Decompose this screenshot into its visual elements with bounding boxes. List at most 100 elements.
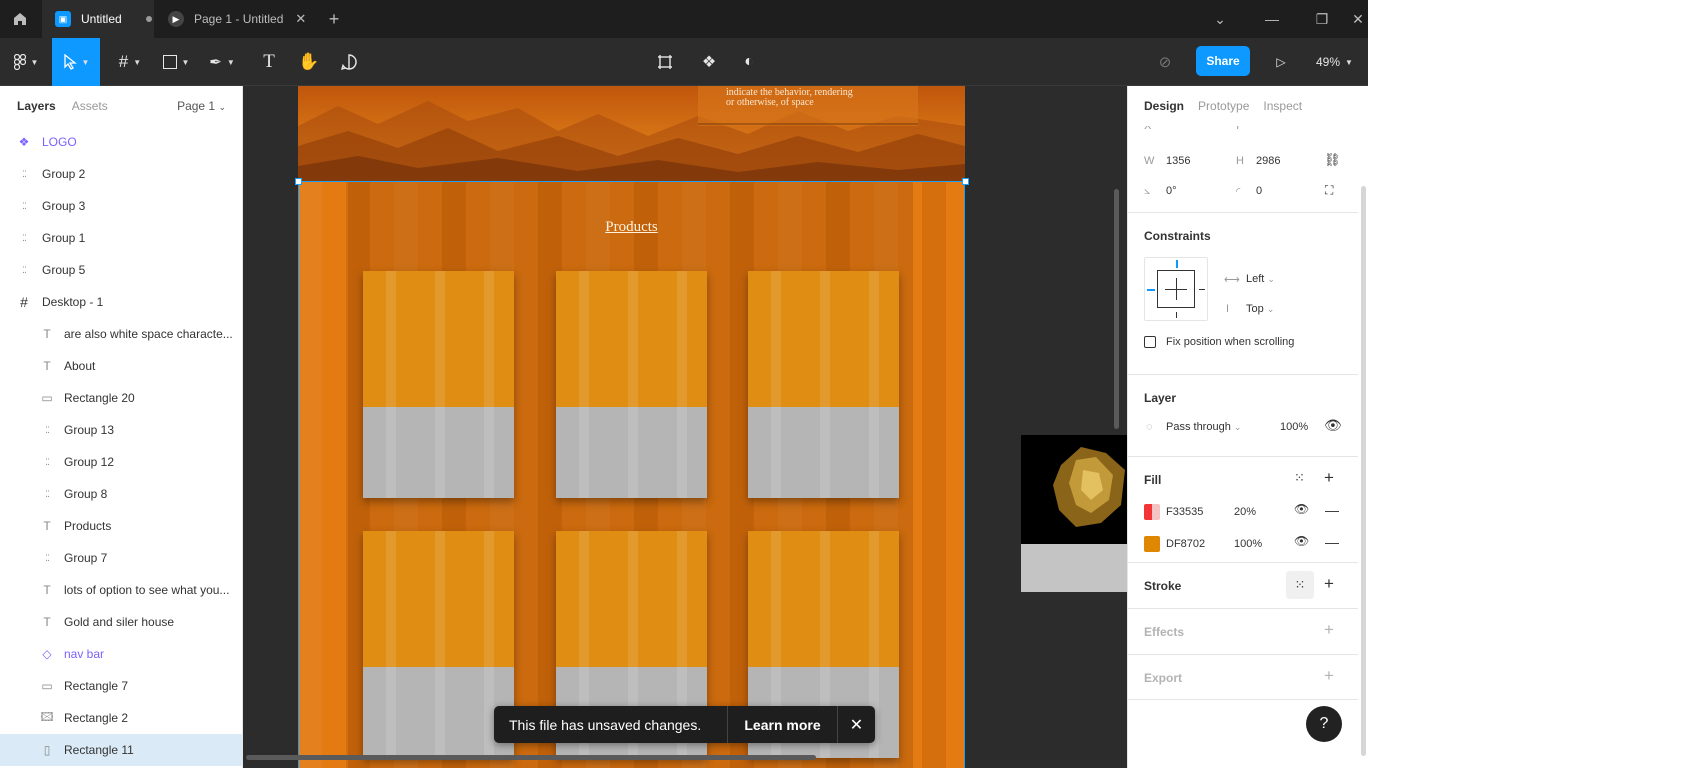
layer-item[interactable]: Tare also white space characte... (0, 318, 242, 350)
side-frame-preview[interactable] (1021, 435, 1127, 592)
tabs-dropdown-button[interactable]: ⌄ (1196, 0, 1244, 38)
layer-item[interactable]: ⁚⁚ Group 5 (0, 254, 242, 286)
tab-assets[interactable]: Assets (72, 99, 108, 113)
product-card[interactable] (363, 271, 514, 498)
canvas[interactable]: indicate the behavior, rendering or othe… (243, 86, 1127, 768)
fill-hex-field[interactable]: F33535 (1166, 506, 1203, 518)
constraint-bottom[interactable] (1176, 312, 1177, 318)
main-menu-button[interactable]: ▼ (8, 38, 44, 86)
resize-handle-top-left[interactable] (295, 178, 302, 185)
home-button[interactable] (0, 0, 40, 38)
fill-row[interactable]: F33535 20% 👁 — (1128, 497, 1358, 527)
eye-icon[interactable]: 👁 (1294, 534, 1309, 548)
blend-mode-select[interactable]: Pass through ⌄ (1166, 421, 1241, 433)
horizontal-constraint-select[interactable]: Left ⌄ (1246, 273, 1275, 285)
tab-untitled[interactable]: ▣ Untitled (42, 0, 154, 38)
hand-tool-button[interactable]: ✋ (294, 38, 324, 86)
hide-ui-button[interactable]: ⊘ (1150, 38, 1180, 86)
comment-tool-button[interactable] (334, 38, 364, 86)
height-field[interactable]: 2986 (1256, 155, 1280, 167)
hero-section[interactable]: indicate the behavior, rendering or othe… (298, 86, 965, 181)
rotation-field[interactable]: 0° (1166, 185, 1177, 197)
learn-more-button[interactable]: Learn more (728, 706, 838, 743)
layer-item[interactable]: ⁚⁚ Group 8 (0, 478, 242, 510)
restore-button[interactable]: ❐ (1298, 0, 1346, 38)
properties-scrollbar[interactable] (1361, 186, 1366, 756)
mask-button[interactable]: ◐ (734, 38, 764, 86)
remove-fill-icon[interactable]: — (1325, 502, 1339, 518)
canvas-vertical-scrollbar[interactable] (1114, 189, 1119, 429)
fill-opacity-field[interactable]: 100% (1234, 538, 1262, 550)
fill-color-swatch[interactable] (1144, 504, 1160, 520)
fix-position-checkbox[interactable] (1144, 336, 1156, 348)
product-card[interactable] (363, 531, 514, 758)
close-window-button[interactable]: ✕ (1348, 0, 1368, 38)
layer-item[interactable]: T About (0, 350, 242, 382)
tab-layers[interactable]: Layers (17, 99, 56, 113)
vertical-constraint-select[interactable]: Top ⌄ (1246, 303, 1274, 315)
layer-item[interactable]: ⁚⁚ Group 2 (0, 158, 242, 190)
layer-item[interactable]: Tlots of option to see what you... (0, 574, 242, 606)
layer-item[interactable]: 🖾 Rectangle 2 (0, 702, 242, 734)
width-field[interactable]: 1356 (1166, 155, 1190, 167)
eye-icon[interactable]: 👁 (1324, 417, 1342, 434)
layer-item[interactable]: ▯ Rectangle 11 (0, 734, 242, 766)
layer-item[interactable]: ⁚⁚ Group 3 (0, 190, 242, 222)
shape-tool-button[interactable]: ▼ (158, 38, 194, 86)
layer-item[interactable]: ▭ Rectangle 7 (0, 670, 242, 702)
add-stroke-icon[interactable]: + (1324, 574, 1334, 594)
add-fill-icon[interactable]: + (1324, 468, 1334, 488)
share-button[interactable]: Share (1196, 46, 1250, 76)
constraints-widget[interactable] (1144, 257, 1208, 321)
layer-item[interactable]: ⁚⁚ Group 7 (0, 542, 242, 574)
layer-item[interactable]: ❖ LOGO (0, 126, 242, 158)
style-grid-icon[interactable]: ⁙ (1286, 571, 1314, 599)
canvas-horizontal-scrollbar[interactable] (246, 755, 816, 760)
tab-design[interactable]: Design (1144, 99, 1184, 113)
text-tool-button[interactable]: T (254, 38, 284, 86)
layer-item[interactable]: ⁚⁚ Group 1 (0, 222, 242, 254)
products-section-frame[interactable]: Products (298, 181, 965, 768)
help-button[interactable]: ? (1306, 706, 1342, 742)
layer-item[interactable]: ⁚⁚ Group 12 (0, 446, 242, 478)
crop-button[interactable] (650, 38, 680, 86)
fill-hex-field[interactable]: DF8702 (1166, 538, 1205, 550)
layer-item[interactable]: ▭ Rectangle 20 (0, 382, 242, 414)
create-component-button[interactable]: ❖ (694, 38, 724, 86)
remove-fill-icon[interactable]: — (1325, 534, 1339, 550)
constraint-left-active[interactable] (1147, 289, 1155, 291)
independent-corners-icon[interactable]: ⛶ (1325, 183, 1333, 198)
constraint-top-active[interactable] (1176, 260, 1178, 268)
layer-item[interactable]: T Products (0, 510, 242, 542)
frame-tool-button[interactable]: # ▼ (112, 38, 148, 86)
layer-item[interactable]: ⁚⁚ Group 13 (0, 414, 242, 446)
tab-inspect[interactable]: Inspect (1263, 99, 1302, 113)
add-effect-icon[interactable]: + (1324, 620, 1334, 640)
product-card[interactable] (748, 271, 899, 498)
tab-page-1[interactable]: ▶ Page 1 - Untitled ✕ (168, 0, 308, 38)
minimize-button[interactable]: — (1248, 0, 1296, 38)
constraint-right[interactable] (1199, 289, 1205, 290)
page-selector[interactable]: Page 1 ⌄ (177, 99, 226, 113)
fill-opacity-field[interactable]: 20% (1234, 506, 1256, 518)
add-export-icon[interactable]: + (1324, 666, 1334, 686)
toast-close-button[interactable]: ✕ (838, 715, 875, 735)
tab-prototype[interactable]: Prototype (1198, 99, 1249, 113)
constrain-proportions-icon[interactable]: ⛓ (1324, 152, 1341, 168)
layer-item[interactable]: T Gold and siler house (0, 606, 242, 638)
layer-item[interactable]: # Desktop - 1 (0, 286, 242, 318)
product-card[interactable] (556, 271, 707, 498)
present-button[interactable]: ▷ (1266, 38, 1296, 86)
fill-row[interactable]: DF8702 100% 👁 — (1128, 529, 1358, 559)
fill-color-swatch[interactable] (1144, 536, 1160, 552)
new-tab-button[interactable]: + (322, 0, 346, 38)
move-tool-button[interactable]: ▼ (52, 38, 100, 86)
style-grid-icon[interactable]: ⁙ (1294, 470, 1305, 486)
eye-icon[interactable]: 👁 (1294, 502, 1309, 516)
layer-opacity-field[interactable]: 100% (1280, 421, 1308, 433)
pen-tool-button[interactable]: ✒ ▼ (204, 38, 240, 86)
close-tab-icon[interactable]: ✕ (295, 11, 306, 27)
zoom-dropdown[interactable]: 49% ▼ (1316, 38, 1353, 86)
resize-handle-top-right[interactable] (962, 178, 969, 185)
products-heading[interactable]: Products (598, 219, 665, 236)
